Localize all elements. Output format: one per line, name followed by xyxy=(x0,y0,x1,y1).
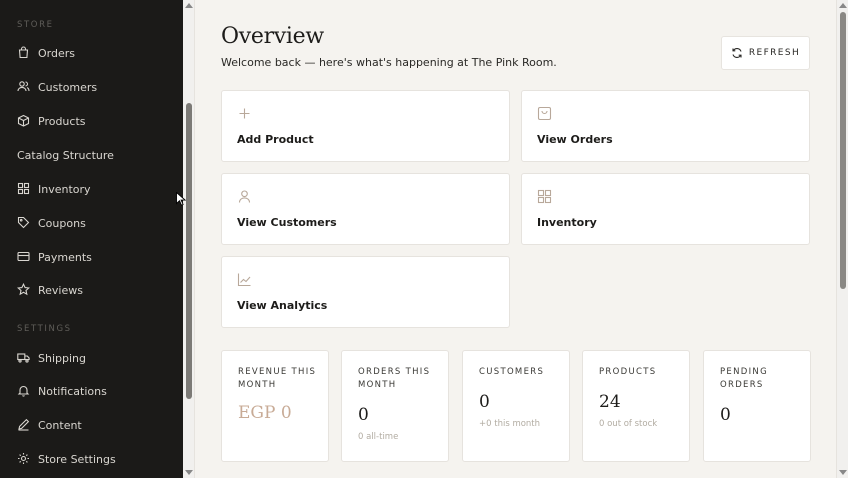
sidebar-item-orders[interactable]: Orders xyxy=(0,38,183,68)
stat-sub: +0 this month xyxy=(479,419,541,429)
stat-card-customers: CUSTOMERS 0 +0 this month xyxy=(462,350,570,462)
stat-card-orders: ORDERS THIS MONTH 0 0 all-time xyxy=(341,350,449,462)
shopping-bag-icon xyxy=(17,46,30,59)
gear-icon xyxy=(17,452,30,465)
chart-line-icon xyxy=(237,272,252,287)
user-icon xyxy=(237,189,252,204)
users-icon xyxy=(17,80,30,93)
sidebar-item-inventory[interactable]: Inventory xyxy=(0,174,183,204)
sidebar-item-label: Customers xyxy=(38,80,98,94)
stat-card-revenue: REVENUE THIS MONTH EGP 0 xyxy=(221,350,329,462)
scroll-down-arrow-icon[interactable] xyxy=(839,470,847,475)
sidebar-item-label: Content xyxy=(38,418,82,432)
star-icon xyxy=(17,283,30,296)
sidebar-item-products[interactable]: Products xyxy=(0,106,183,136)
section-label-settings: SETTINGS xyxy=(17,324,72,334)
stat-label: PENDING ORDERS xyxy=(720,367,768,390)
stat-label: CUSTOMERS xyxy=(479,367,545,377)
stat-value: EGP 0 xyxy=(238,403,292,423)
view-orders-card[interactable]: View Orders xyxy=(521,90,810,162)
grid-icon xyxy=(17,182,30,195)
sidebar-item-notifications[interactable]: Notifications xyxy=(0,376,183,406)
sidebar-item-label: Inventory xyxy=(38,182,91,196)
stat-card-pending-orders: PENDING ORDERS 0 xyxy=(703,350,811,462)
stat-sub: 0 out of stock xyxy=(599,419,658,429)
main-scrollbar[interactable] xyxy=(836,0,848,478)
plus-icon xyxy=(237,106,252,121)
card-label: View Customers xyxy=(237,216,337,229)
sidebar-item-label: Catalog Structure xyxy=(17,148,114,162)
credit-card-icon xyxy=(17,250,30,263)
refresh-label: REFRESH xyxy=(748,48,801,58)
refresh-button[interactable]: REFRESH xyxy=(721,36,810,70)
stat-value: 24 xyxy=(599,392,621,412)
scroll-up-arrow-icon[interactable] xyxy=(185,3,193,8)
sidebar-item-reviews[interactable]: Reviews xyxy=(0,275,183,305)
truck-icon xyxy=(17,351,30,364)
section-label-store: STORE xyxy=(17,20,54,30)
stat-card-products: PRODUCTS 24 0 out of stock xyxy=(582,350,690,462)
stat-label: REVENUE THIS MONTH xyxy=(238,367,317,390)
stat-label: PRODUCTS xyxy=(599,367,657,377)
view-analytics-card[interactable]: View Analytics xyxy=(221,256,510,328)
sidebar-item-payments[interactable]: Payments xyxy=(0,242,183,272)
stat-value: 0 xyxy=(358,405,369,425)
add-product-card[interactable]: Add Product xyxy=(221,90,510,162)
sidebar-item-coupons[interactable]: Coupons xyxy=(0,208,183,238)
sidebar-item-label: Products xyxy=(38,114,86,128)
sidebar-item-store-settings[interactable]: Store Settings xyxy=(0,444,183,474)
sidebar-item-shipping[interactable]: Shipping xyxy=(0,343,183,373)
sidebar-item-label: Payments xyxy=(38,250,92,264)
page-title: Overview xyxy=(221,24,324,49)
sidebar: STORE Orders Customers Products Catalog … xyxy=(0,0,183,478)
scroll-down-arrow-icon[interactable] xyxy=(185,470,193,475)
shopping-bag-icon xyxy=(537,106,552,121)
bell-icon xyxy=(17,384,30,397)
grid-icon xyxy=(537,189,552,204)
pencil-icon xyxy=(17,418,30,431)
sidebar-item-content[interactable]: Content xyxy=(0,410,183,440)
scroll-up-arrow-icon[interactable] xyxy=(839,3,847,8)
sidebar-item-label: Notifications xyxy=(38,384,107,398)
view-customers-card[interactable]: View Customers xyxy=(221,173,510,245)
sidebar-item-label: Store Settings xyxy=(38,452,116,466)
sidebar-item-label: Shipping xyxy=(38,351,86,365)
sidebar-scroll-thumb[interactable] xyxy=(186,103,192,399)
stat-label: ORDERS THIS MONTH xyxy=(358,367,431,390)
inventory-card[interactable]: Inventory xyxy=(521,173,810,245)
main-scroll-thumb[interactable] xyxy=(840,12,846,289)
card-label: Add Product xyxy=(237,133,314,146)
tag-icon xyxy=(17,216,30,229)
sidebar-item-catalog-structure[interactable]: Catalog Structure xyxy=(0,140,183,170)
sidebar-scrollbar[interactable] xyxy=(183,0,195,478)
stat-value: 0 xyxy=(479,392,490,412)
sidebar-item-customers[interactable]: Customers xyxy=(0,72,183,102)
card-label: View Analytics xyxy=(237,299,328,312)
card-label: View Orders xyxy=(537,133,613,146)
page-subtitle: Welcome back — here's what's happening a… xyxy=(221,56,557,69)
sidebar-item-label: Reviews xyxy=(38,283,83,297)
stat-sub: 0 all-time xyxy=(358,432,399,442)
sidebar-item-label: Orders xyxy=(38,46,75,60)
box-icon xyxy=(17,114,30,127)
refresh-icon xyxy=(731,47,743,59)
sidebar-item-label: Coupons xyxy=(38,216,86,230)
stat-value: 0 xyxy=(720,405,731,425)
card-label: Inventory xyxy=(537,216,597,229)
